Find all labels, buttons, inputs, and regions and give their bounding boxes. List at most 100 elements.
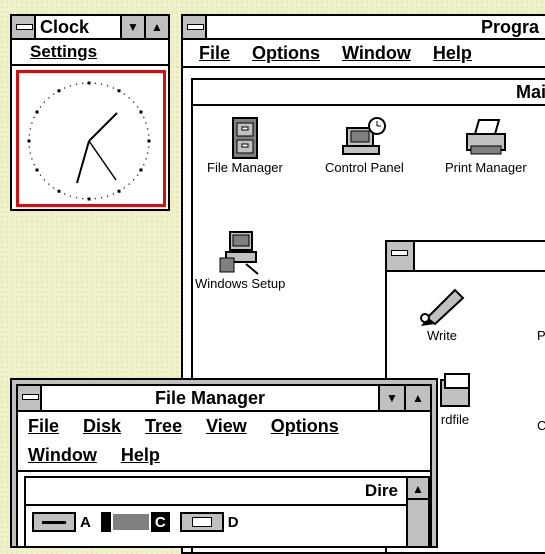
menu-settings[interactable]: Settings [30,42,97,62]
minute-tick [143,163,145,166]
minute-tick [123,93,125,95]
minute-tick [100,83,103,85]
progman-title: Progra [480,16,539,37]
hour-hand [88,112,118,142]
directory-titlebar[interactable]: Dire [26,478,428,506]
directory-title: Dire [364,481,398,500]
minute-tick [39,106,42,108]
minimize-button[interactable]: ▼ [378,386,404,410]
minute-tick [123,187,125,189]
file-manager-menubar: File Disk Tree View Options Window Help [18,412,430,472]
drive-a[interactable]: A [32,512,91,532]
system-menu-icon[interactable] [387,242,415,270]
maximize-button[interactable]: ▲ [144,16,168,38]
system-menu-icon[interactable] [18,386,42,410]
control-panel-label: Control Panel [325,160,404,175]
minute-tick [94,198,96,200]
minute-tick [147,152,149,154]
main-group-titlebar[interactable]: Main [193,80,545,106]
minute-tick [106,85,109,87]
clock-title: Clock [40,16,90,37]
drive-c[interactable]: C [100,512,170,532]
calendar-icon[interactable]: C [537,418,545,433]
scroll-up-button[interactable]: ▲ [408,478,428,500]
minute-tick [33,163,35,166]
menu-help[interactable]: Help [121,445,160,466]
clock-titlebar[interactable]: Clock ▼ ▲ [12,16,168,40]
menu-tree[interactable]: Tree [145,416,182,437]
minute-tick [112,193,115,195]
minute-tick [132,101,135,103]
minute-tick [82,198,84,200]
hour-tick [57,189,61,193]
control-panel-icon[interactable]: Control Panel [325,116,404,175]
minute-tick [63,87,66,89]
accessories-titlebar[interactable] [387,242,545,272]
main-group-title: Main [515,82,545,102]
maximize-button[interactable]: ▲ [404,386,430,410]
paintbrush-icon[interactable]: P [537,328,545,343]
second-hand [88,140,117,181]
clock-menubar: Settings [12,40,168,66]
minute-tick [100,197,103,199]
hour-tick [87,81,91,85]
minute-tick [53,93,55,95]
write-label: Write [426,328,458,343]
cardfile-box-icon [440,373,470,407]
minute-tick [148,134,150,136]
minute-tick [53,187,55,189]
minimize-button[interactable]: ▼ [120,16,144,38]
minute-tick [43,101,46,103]
system-menu-icon[interactable] [183,16,207,38]
menu-options[interactable]: Options [271,416,339,437]
drive-bar: A C D [26,506,428,538]
menu-help[interactable]: Help [433,43,472,64]
system-menu-icon[interactable] [12,16,36,38]
minute-tick [31,122,33,124]
directory-window[interactable]: Dire ▲ A C D [24,476,430,546]
clock-window[interactable]: Clock ▼ ▲ Settings [10,14,170,211]
file-manager-label: File Manager [207,160,283,175]
minute-tick [145,158,147,160]
file-manager-window[interactable]: File Manager ▼ ▲ File Disk Tree View Opt… [10,378,438,548]
minute-tick [39,174,42,176]
pen-icon [420,288,465,326]
menu-view[interactable]: View [206,416,247,437]
minute-tick [29,128,31,130]
minute-tick [31,158,33,160]
hour-tick [117,189,121,193]
menu-options[interactable]: Options [252,43,320,64]
hour-tick [57,89,61,93]
print-manager-icon[interactable]: Print Manager [445,116,527,175]
clock-face [27,81,151,201]
scrollbar-vertical[interactable]: ▲ [406,478,428,546]
clock-face-panel [16,70,166,207]
setup-computer-icon [219,231,259,275]
printer-icon [465,119,506,155]
minute-tick [128,97,130,99]
file-manager-title: File Manager [154,387,266,408]
menu-file[interactable]: File [199,43,230,64]
progman-titlebar[interactable]: Progra [183,16,545,40]
menu-file[interactable]: File [28,416,59,437]
hour-tick [117,89,121,93]
menu-window[interactable]: Window [342,43,411,64]
windows-setup-label: Windows Setup [195,276,286,291]
minute-tick [94,82,96,84]
minute-tick [63,193,66,195]
cardfile-icon[interactable]: rdfile [437,372,473,427]
windows-setup-icon[interactable]: Windows Setup [195,228,285,291]
minute-tick [43,179,46,181]
minute-tick [69,85,72,87]
computer-clock-icon [342,117,387,155]
file-manager-icon[interactable]: File Manager [207,116,283,175]
write-icon[interactable]: Write [417,282,467,343]
drive-d[interactable]: D [179,512,239,532]
minute-tick [82,82,84,84]
menu-window[interactable]: Window [28,445,97,466]
hour-tick [35,168,39,172]
file-manager-titlebar[interactable]: File Manager ▼ ▲ [18,386,430,412]
minute-tick [69,195,72,197]
menu-disk[interactable]: Disk [83,416,121,437]
hour-tick [27,139,31,143]
